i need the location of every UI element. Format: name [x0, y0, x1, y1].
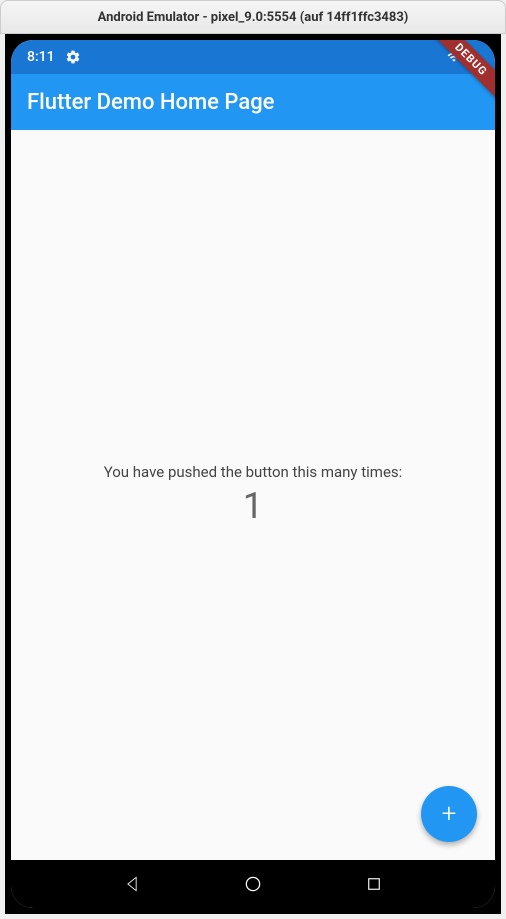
device-screen: 8:11: [11, 40, 495, 908]
status-time: 8:11: [27, 49, 55, 65]
counter-message: You have pushed the button this many tim…: [104, 463, 403, 481]
emulator-frame: 8:11: [5, 34, 501, 914]
plus-icon: +: [442, 799, 457, 829]
app-bar-title: Flutter Demo Home Page: [27, 90, 274, 115]
android-nav-bar: [11, 860, 495, 908]
gear-icon: [65, 49, 81, 65]
window-title: Android Emulator - pixel_9.0:5554 (auf 1…: [98, 10, 409, 25]
increment-fab-button[interactable]: +: [421, 786, 477, 842]
nav-back-button[interactable]: [120, 872, 144, 896]
counter-value: 1: [243, 485, 263, 527]
app-body: You have pushed the button this many tim…: [11, 130, 495, 860]
nav-home-button[interactable]: [241, 872, 265, 896]
app-bar: Flutter Demo Home Page: [11, 74, 495, 130]
android-status-bar: 8:11: [11, 40, 495, 74]
emulator-window-title-bar: Android Emulator - pixel_9.0:5554 (auf 1…: [0, 0, 506, 34]
status-bar-left: 8:11: [27, 49, 81, 65]
nav-recents-button[interactable]: [362, 872, 386, 896]
